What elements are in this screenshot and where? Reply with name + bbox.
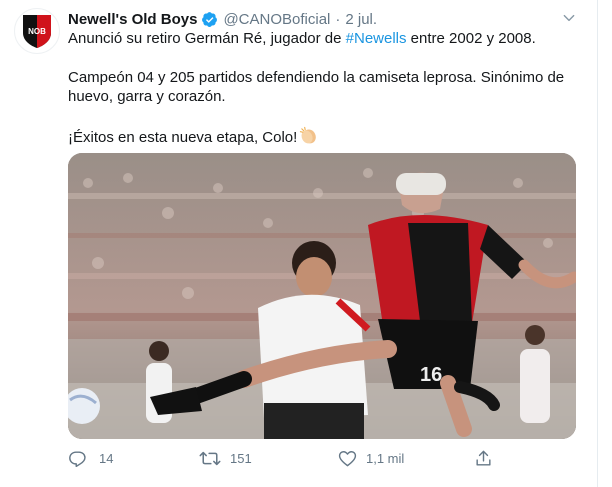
football-photo-image: 16 — [68, 153, 576, 439]
like-button[interactable]: 1,1 mil — [338, 449, 404, 468]
tweet-text: Anunció su retiro Germán Ré, jugador de … — [68, 29, 573, 150]
like-count: 1,1 mil — [366, 451, 405, 466]
author-handle[interactable]: @CANOBoficial — [223, 11, 330, 28]
reply-count: 14 — [99, 451, 114, 466]
tweet-paragraph-1: Anunció su retiro Germán Ré, jugador de … — [68, 29, 573, 49]
retweet-icon — [199, 451, 221, 466]
like-icon — [338, 451, 357, 467]
separator-dot: · — [335, 10, 341, 28]
tweet-timestamp[interactable]: 2 jul. — [345, 11, 377, 28]
tweet-header: Newell's Old Boys @CANOBoficial · 2 jul. — [68, 9, 377, 29]
verified-badge-icon — [201, 11, 218, 28]
tweet-actions: 14 151 1,1 mil — [68, 449, 508, 471]
svg-text:16: 16 — [420, 364, 442, 386]
text-segment: ¡Éxitos en esta nueva etapa, Colo! — [68, 128, 298, 146]
timeline-border — [597, 0, 612, 487]
club-crest-icon: NOB — [23, 15, 51, 48]
hashtag-link[interactable]: #Newells — [346, 30, 407, 47]
reply-button[interactable]: 14 — [68, 449, 113, 468]
text-segment: entre 2002 y 2008. — [406, 30, 536, 47]
retweet-count: 151 — [230, 451, 252, 466]
share-icon — [476, 450, 491, 466]
tweet-paragraph-2: Campeón 04 y 205 partidos defendiendo la… — [68, 68, 565, 106]
text-segment: Anunció su retiro Germán Ré, jugador de — [68, 30, 346, 47]
tweet-paragraph-3: ¡Éxitos en esta nueva etapa, Colo! — [68, 126, 573, 151]
tweet-photo[interactable]: 16 — [68, 153, 576, 439]
share-button[interactable] — [474, 449, 493, 468]
reply-icon — [69, 451, 86, 468]
svg-text:NOB: NOB — [28, 27, 46, 36]
retweet-button[interactable]: 151 — [199, 449, 252, 468]
avatar[interactable]: NOB — [14, 8, 60, 54]
author-name[interactable]: Newell's Old Boys — [68, 11, 197, 28]
tweet[interactable]: NOB Newell's Old Boys @CANOBoficial · 2 … — [0, 0, 598, 487]
clapping-hands-icon — [299, 126, 318, 151]
chevron-down-icon[interactable] — [560, 9, 578, 27]
